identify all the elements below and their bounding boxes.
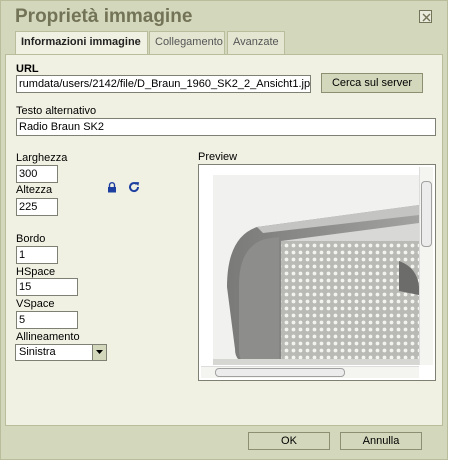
hspace-label: HSpace [16, 266, 56, 278]
alignment-label: Allineamento [16, 331, 80, 343]
height-input[interactable]: 225 [16, 198, 58, 216]
dialog-title: Proprietà immagine [15, 6, 193, 27]
image-properties-dialog: Proprietà immagine Informazioni immagine… [0, 0, 448, 460]
browse-server-button[interactable]: Cerca sul server [321, 73, 423, 93]
tab-advanced[interactable]: Avanzate [227, 31, 285, 54]
preview-pane[interactable] [198, 164, 436, 381]
alt-text-input[interactable]: Radio Braun SK2 [16, 118, 436, 136]
chevron-down-icon [92, 345, 106, 360]
lock-icon[interactable] [107, 182, 119, 194]
border-input[interactable]: 1 [16, 246, 58, 264]
alt-text-label: Testo alternativo [16, 105, 97, 117]
height-label: Altezza [16, 184, 53, 196]
preview-vertical-scrollbar[interactable] [419, 167, 433, 365]
radio-preview-image [213, 175, 420, 365]
vspace-input[interactable]: 5 [16, 311, 78, 329]
width-label: Larghezza [16, 152, 68, 164]
close-icon [422, 13, 431, 22]
width-input[interactable]: 300 [16, 165, 58, 183]
cancel-button[interactable]: Annulla [340, 432, 422, 450]
preview-horizontal-scrollbar[interactable] [201, 366, 419, 378]
hspace-input[interactable]: 15 [16, 278, 78, 296]
reset-size-icon[interactable] [128, 181, 140, 193]
ok-button[interactable]: OK [248, 432, 330, 450]
horizontal-scroll-thumb[interactable] [215, 368, 345, 377]
url-input[interactable]: rumdata/users/2142/file/D_Braun_1960_SK2… [16, 75, 311, 93]
vertical-scroll-thumb[interactable] [421, 181, 432, 247]
url-label: URL [16, 63, 39, 75]
tab-link[interactable]: Collegamento [149, 31, 225, 54]
vspace-label: VSpace [16, 298, 55, 310]
preview-label: Preview [198, 151, 238, 163]
alignment-select[interactable]: Sinistra [15, 344, 107, 361]
close-button[interactable] [419, 10, 432, 23]
border-label: Bordo [16, 233, 46, 245]
alignment-value: Sinistra [19, 346, 56, 358]
tab-image-info[interactable]: Informazioni immagine [15, 31, 148, 55]
